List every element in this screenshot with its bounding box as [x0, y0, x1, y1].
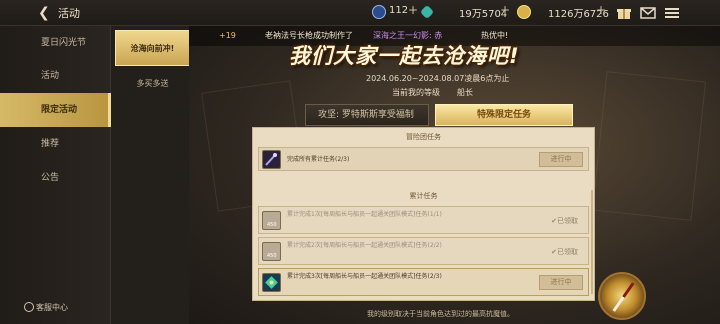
sidebar-item-events[interactable]: 活动: [0, 59, 111, 93]
currency-moon-value: 112: [389, 5, 409, 16]
task-claimed-status: 已领取: [551, 216, 578, 226]
banner-title: 我们大家一起去沧海吧!: [289, 44, 520, 68]
moon-coin-icon: [372, 5, 386, 19]
back-arrow-icon[interactable]: ❮: [38, 4, 54, 22]
task-text: 完成所有累计任务(2/3): [287, 156, 350, 163]
sidebar-item-notice[interactable]: 公告: [0, 161, 111, 195]
top-bar: ❮ 活动 112 + 19万5704 + 1126万6726 +: [0, 0, 720, 26]
sidebar-item-recommend[interactable]: 推荐: [0, 127, 111, 161]
menu-icon[interactable]: [664, 5, 680, 19]
tab-raid[interactable]: 攻坚: 罗特斯斯享受福制: [305, 104, 429, 126]
task-status-button[interactable]: 进行中: [539, 275, 583, 290]
mail-icon[interactable]: [640, 5, 656, 19]
task-claimed-status: 已领取: [551, 247, 578, 257]
task-row: 450 累计完成1次[每周船长与船员一起通关团队模式]任务(1/1) 已领取: [258, 206, 589, 234]
task-text: 累计完成1次[每周船长与船员一起通关团队模式]任务(1/1): [287, 211, 442, 218]
gift-icon[interactable]: [616, 5, 632, 19]
compass-icon: [598, 272, 646, 320]
main-content: +19 老衲法号长枪成功制作了 深海之王一幻影: 赤 热优中! 我们大家一起去沧…: [189, 26, 720, 324]
cumulative-mission-header: 累计任务: [409, 192, 438, 200]
level-value: 船长: [457, 88, 473, 97]
add-moon-button[interactable]: +: [408, 3, 418, 17]
task-row: 450 累计完成2次[每周船长与船员一起通关团队模式]任务(2/2) 已领取: [258, 237, 589, 265]
reward-count: 450: [267, 222, 277, 228]
footer-note: 我的级别取决于当前角色达到过的最高抗魔值。: [367, 310, 514, 318]
task-text: 累计完成3次[每周船长与船员一起通关团队模式]任务(2/3): [287, 273, 442, 280]
reward-count: 450: [267, 253, 277, 259]
subtab-panel: 沧海向前冲! 多买多送: [111, 26, 190, 324]
task-row: 完成所有累计任务(2/3) 进行中: [258, 147, 589, 171]
tab-special-mission[interactable]: 特殊限定任务: [435, 104, 573, 126]
sidebar-item-label: 公告: [41, 173, 60, 183]
customer-service-link[interactable]: 客服中心: [36, 302, 68, 313]
task-reward-icon: [262, 273, 281, 292]
diamond-icon: [419, 4, 435, 20]
subtab-buy-more[interactable]: 多买多送: [115, 66, 190, 102]
sidebar-item-label: 限定活动: [41, 105, 78, 115]
sidebar-item-limited[interactable]: 限定活动: [0, 93, 112, 127]
task-reward-icon: 450: [262, 242, 281, 261]
add-gold-button[interactable]: +: [596, 3, 606, 17]
task-reward-icon: [262, 150, 281, 169]
mission-panel: 冒险团任务 完成所有累计任务(2/3) 进行中 累计任务 450 累计完成1次[…: [252, 127, 595, 301]
panel-scrollbar[interactable]: [591, 190, 593, 294]
mission-tabs: 攻坚: 罗特斯斯享受福制 特殊限定任务: [305, 104, 573, 126]
headset-icon[interactable]: [24, 302, 34, 312]
level-label: 当前我的等级: [392, 88, 440, 97]
event-dates: 2024.06.20~2024.08.07凌晨6点为止: [366, 74, 510, 83]
task-status-button[interactable]: 进行中: [539, 152, 583, 167]
add-diamond-button[interactable]: +: [500, 3, 510, 17]
sidebar: 夏日闪光节 活动 限定活动 推荐 公告: [0, 26, 112, 324]
ticker-prefix: +19: [219, 31, 236, 40]
task-row: 累计完成3次[每周船长与船员一起通关团队模式]任务(2/3) 进行中: [258, 268, 589, 296]
task-reward-icon: 450: [262, 211, 281, 230]
sidebar-item-label: 夏日闪光节: [41, 38, 87, 48]
subtab-ocean[interactable]: 沧海向前冲!: [115, 30, 190, 66]
sidebar-item-label: 推荐: [41, 139, 60, 149]
sidebar-item-label: 活动: [41, 71, 60, 81]
map-decoration: [591, 71, 707, 221]
gold-coin-icon: [517, 5, 531, 19]
page-title: 活动: [58, 7, 80, 20]
task-text: 累计完成2次[每周船长与船员一起通关团队模式]任务(2/2): [287, 242, 442, 249]
adventure-mission-header: 冒险团任务: [406, 133, 441, 141]
sidebar-item-summer[interactable]: 夏日闪光节: [0, 26, 111, 60]
